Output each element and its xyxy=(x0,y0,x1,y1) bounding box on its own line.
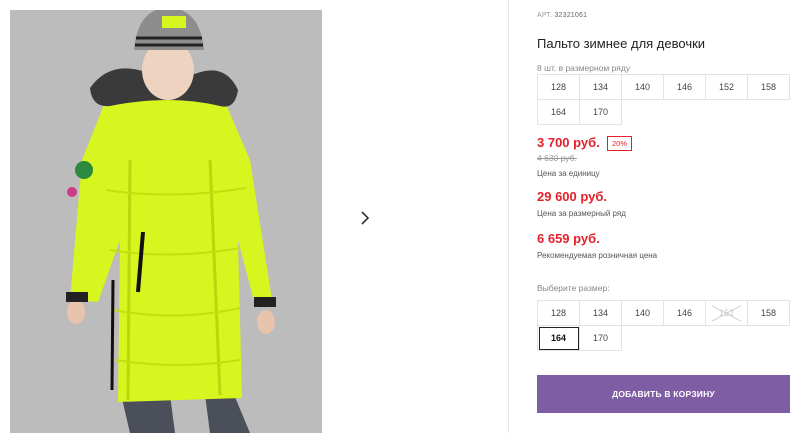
column-divider xyxy=(508,0,509,433)
pack-size-cell: 146 xyxy=(664,75,706,100)
size-option-selected[interactable]: 164 xyxy=(538,326,580,351)
unit-price: 3 700 руб. xyxy=(537,135,600,150)
size-option-unavailable: 152 xyxy=(706,301,748,326)
size-option[interactable]: 170 xyxy=(580,326,622,351)
size-option[interactable]: 128 xyxy=(538,301,580,326)
old-price: 4 630 руб. xyxy=(537,153,577,163)
add-to-cart-button[interactable]: ДОБАВИТЬ В КОРЗИНУ xyxy=(537,375,790,413)
pack-size-cell: 152 xyxy=(706,75,748,100)
size-option[interactable]: 158 xyxy=(748,301,790,326)
chevron-right-icon xyxy=(361,211,370,225)
retail-price-note: Рекомендуемая розничная цена xyxy=(537,251,658,260)
sku-label: АРТ. xyxy=(537,12,553,19)
size-option[interactable]: 140 xyxy=(622,301,664,326)
pack-size-cell: 164 xyxy=(538,100,580,125)
pack-size-cell: 170 xyxy=(580,100,622,125)
size-option[interactable]: 134 xyxy=(580,301,622,326)
pack-price-note: Цена за размерный ряд xyxy=(537,209,626,218)
product-image[interactable] xyxy=(10,10,322,433)
pack-size-cell: 134 xyxy=(580,75,622,100)
coat-illustration xyxy=(10,10,322,433)
unit-price-note: Цена за единицу xyxy=(537,169,600,178)
product-title: Пальто зимнее для девочки xyxy=(537,36,706,51)
pack-size-grid: 128 134 140 146 152 158 164 170 xyxy=(537,74,790,125)
pack-size-cell: 158 xyxy=(748,75,790,100)
pack-price: 29 600 руб. xyxy=(537,189,608,204)
pack-size-cell: 140 xyxy=(622,75,664,100)
size-picker-grid: 128 134 140 146 152 158 164 170 xyxy=(537,300,790,351)
pack-size-label: 8 шт. в размерном ряду xyxy=(537,63,631,73)
product-page: АРТ. 32321061 Пальто зимнее для девочки … xyxy=(0,0,800,433)
gallery-next-button[interactable] xyxy=(346,199,384,237)
sku-value: 32321061 xyxy=(554,12,588,19)
pack-size-cell: 128 xyxy=(538,75,580,100)
size-picker-label: Выберите размер: xyxy=(537,283,610,293)
sku: АРТ. 32321061 xyxy=(537,12,587,19)
discount-badge: 20% xyxy=(607,136,633,151)
retail-price: 6 659 руб. xyxy=(537,231,600,246)
size-option[interactable]: 146 xyxy=(664,301,706,326)
